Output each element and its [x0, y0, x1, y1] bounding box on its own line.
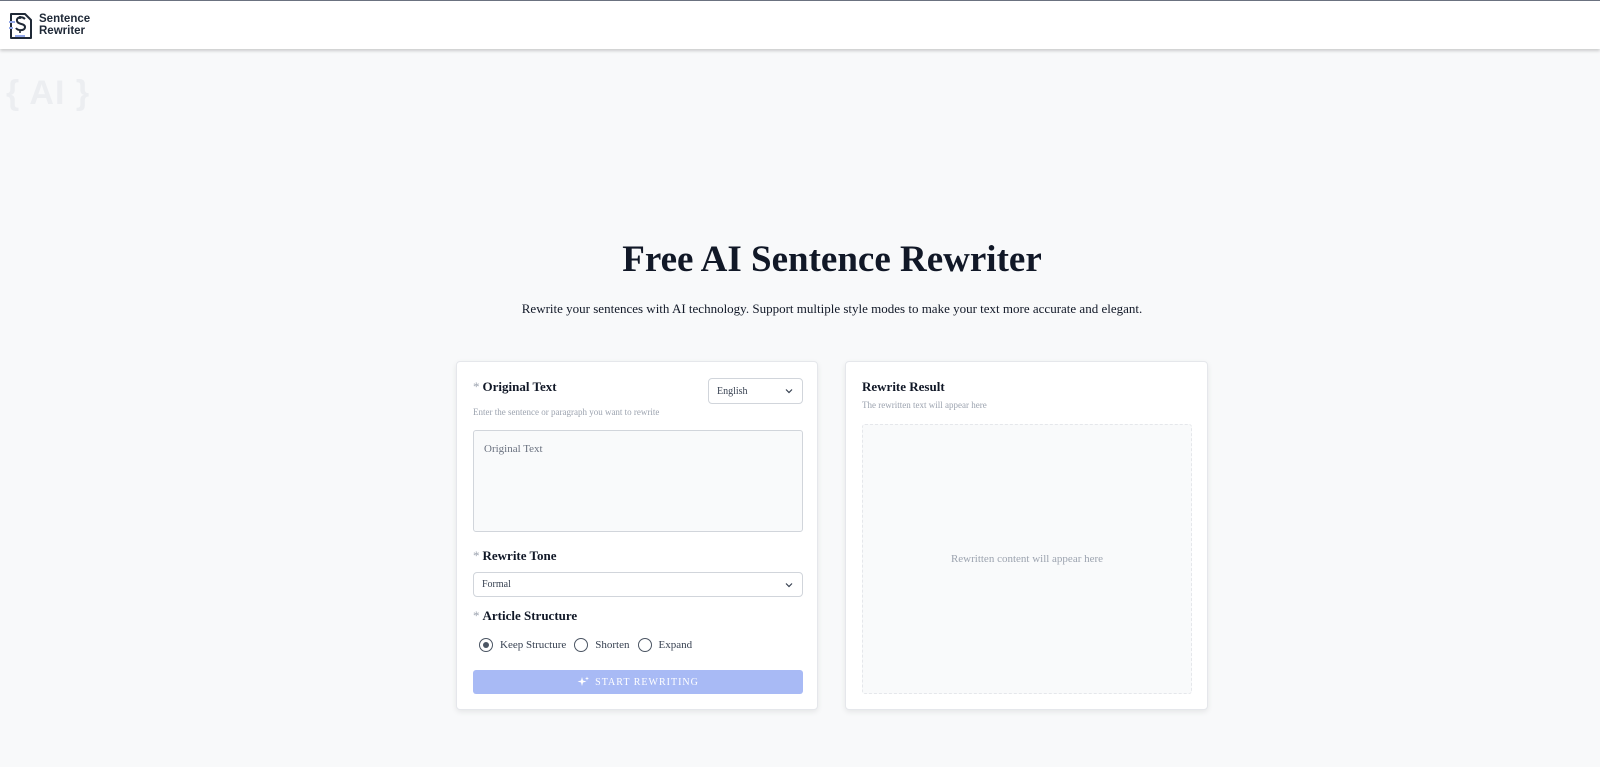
result-hint: The rewritten text will appear here: [862, 400, 987, 410]
radio-expand[interactable]: Expand: [637, 638, 693, 652]
rewrite-tone-label-text: Rewrite Tone: [482, 548, 557, 563]
result-title: Rewrite Result: [862, 379, 945, 394]
original-text-label-text: Original Text: [482, 379, 557, 394]
result-card: Rewrite Result The rewritten text will a…: [845, 361, 1208, 710]
tone-selected: Formal: [482, 579, 511, 590]
radio-label: Expand: [658, 639, 693, 651]
logo-line1: Sentence: [39, 13, 91, 25]
chevron-down-icon: [785, 582, 793, 587]
start-rewriting-button[interactable]: START REWRITING: [473, 670, 803, 694]
original-text-hint: Enter the sentence or paragraph you want…: [473, 407, 660, 417]
article-structure-label-text: Article Structure: [482, 608, 578, 623]
rewrite-tone-label: * Rewrite Tone: [473, 548, 557, 564]
structure-radio-group: Keep Structure Shorten Expand: [479, 638, 700, 652]
radio-button[interactable]: [479, 638, 493, 652]
result-output[interactable]: Rewritten content will appear here: [862, 424, 1192, 694]
ai-watermark: { AI }: [6, 74, 91, 112]
language-select[interactable]: English: [708, 378, 803, 404]
logo-text: Sentence Rewriter: [39, 13, 90, 37]
chevron-down-icon: [785, 389, 793, 394]
radio-button[interactable]: [574, 638, 589, 652]
tone-select[interactable]: Formal: [473, 572, 803, 597]
page-title: Free AI Sentence Rewriter: [622, 239, 1042, 280]
document-s-icon: [9, 13, 32, 39]
original-text-label: * Original Text: [473, 379, 557, 395]
radio-button[interactable]: [637, 638, 652, 652]
radio-shorten[interactable]: Shorten: [574, 638, 630, 652]
original-text-input[interactable]: [473, 430, 803, 532]
language-selected: English: [717, 385, 748, 397]
required-mark: *: [473, 379, 480, 394]
input-card: * Original Text English Enter the sentenc…: [456, 361, 818, 710]
result-placeholder: Rewritten content will appear here: [950, 553, 1104, 565]
logo-line2: Rewriter: [39, 25, 86, 37]
required-mark: *: [473, 608, 480, 623]
page-subtitle: Rewrite your sentences with AI technolog…: [521, 301, 1143, 316]
radio-label: Keep Structure: [500, 639, 567, 651]
article-structure-label: * Article Structure: [473, 608, 577, 624]
top-header: Sentence Rewriter: [0, 0, 1600, 49]
required-mark: *: [473, 548, 480, 563]
radio-label: Shorten: [595, 639, 630, 651]
sparkle-icon: [577, 676, 590, 686]
radio-keep-structure[interactable]: Keep Structure: [479, 638, 566, 652]
logo[interactable]: Sentence Rewriter: [6, 8, 90, 42]
start-button-label: START REWRITING: [595, 676, 699, 688]
